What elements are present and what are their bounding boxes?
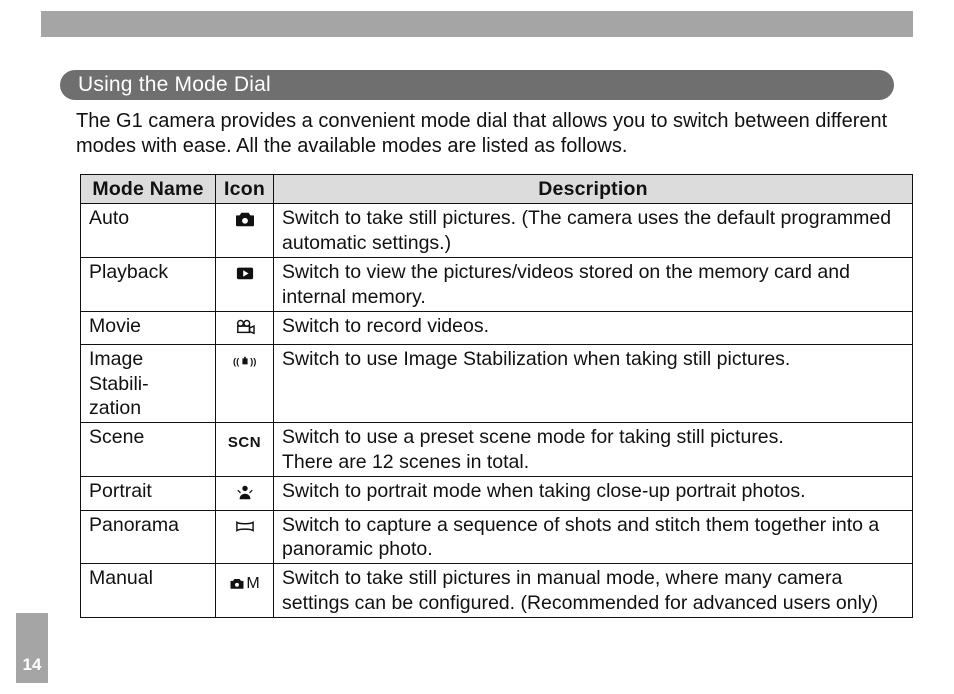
- mode-description-cell: Switch to portrait mode when taking clos…: [274, 477, 913, 510]
- mode-icon-cell: [216, 204, 274, 258]
- table-row: Panorama Switch to capture a sequence of …: [81, 510, 913, 564]
- header-mode-name: Mode Name: [81, 175, 216, 204]
- mode-description-cell: Switch to take still pictures. (The came…: [274, 204, 913, 258]
- section-title-text: Using the Mode Dial: [78, 73, 271, 97]
- mode-description-cell: Switch to use Image Stabilization when t…: [274, 345, 913, 423]
- camera-m-icon: M: [229, 570, 259, 594]
- mode-icon-cell: (()): [216, 345, 274, 423]
- table-row: Image Stabili-zation (()) Switch to use Im…: [81, 345, 913, 423]
- mode-icon-cell: M: [216, 564, 274, 618]
- header-description: Description: [274, 175, 913, 204]
- section-title-pill: Using the Mode Dial: [60, 70, 894, 100]
- camera-icon: [234, 210, 256, 228]
- mode-description-cell: Switch to view the pictures/videos store…: [274, 258, 913, 312]
- mode-description-cell: Switch to use a preset scene mode for ta…: [274, 423, 913, 477]
- top-gray-bar: [41, 11, 913, 37]
- header-icon: Icon: [216, 175, 274, 204]
- movie-camera-icon: [234, 318, 256, 336]
- scn-text-icon: SCN: [228, 434, 261, 453]
- mode-name-cell: Manual: [81, 564, 216, 618]
- image-stabilization-icon: (()): [233, 353, 257, 369]
- playback-icon: [234, 264, 256, 282]
- mode-name-cell: Playback: [81, 258, 216, 312]
- intro-paragraph: The G1 camera provides a convenient mode…: [76, 109, 894, 159]
- mode-table-wrapper: Mode Name Icon Description Auto Switch to…: [80, 174, 913, 618]
- table-row: Auto Switch to take still pictures. (The …: [81, 204, 913, 258]
- table-header-row: Mode Name Icon Description: [81, 175, 913, 204]
- page-number-tab: 14: [16, 613, 48, 683]
- mode-icon-cell: SCN: [216, 423, 274, 477]
- mode-name-cell: Panorama: [81, 510, 216, 564]
- portrait-person-icon: [234, 483, 256, 501]
- table-row: Manual M Switch to take still pictures in …: [81, 564, 913, 618]
- mode-icon-cell: [216, 311, 274, 344]
- svg-text:)): )): [250, 356, 256, 367]
- mode-description-cell: Switch to take still pictures in manual …: [274, 564, 913, 618]
- mode-name-cell: Image Stabili-zation: [81, 345, 216, 423]
- table-row: Scene SCN Switch to use a preset scene mod…: [81, 423, 913, 477]
- mode-table: Mode Name Icon Description Auto Switch to…: [80, 174, 913, 618]
- table-row: Movie Switch to record videos.: [81, 311, 913, 344]
- svg-text:((: ((: [233, 356, 240, 367]
- mode-description-cell: Switch to record videos.: [274, 311, 913, 344]
- mode-name-cell: Scene: [81, 423, 216, 477]
- mode-description-cell: Switch to capture a sequence of shots an…: [274, 510, 913, 564]
- mode-icon-cell: [216, 477, 274, 510]
- mode-name-cell: Portrait: [81, 477, 216, 510]
- mode-icon-cell: [216, 258, 274, 312]
- table-row: Portrait Switch to portrait mode when tak…: [81, 477, 913, 510]
- mode-icon-cell: [216, 510, 274, 564]
- panorama-icon: [234, 517, 256, 535]
- mode-name-cell: Movie: [81, 311, 216, 344]
- table-row: Playback Switch to view the pictures/vide…: [81, 258, 913, 312]
- mode-name-cell: Auto: [81, 204, 216, 258]
- page-number: 14: [23, 655, 42, 675]
